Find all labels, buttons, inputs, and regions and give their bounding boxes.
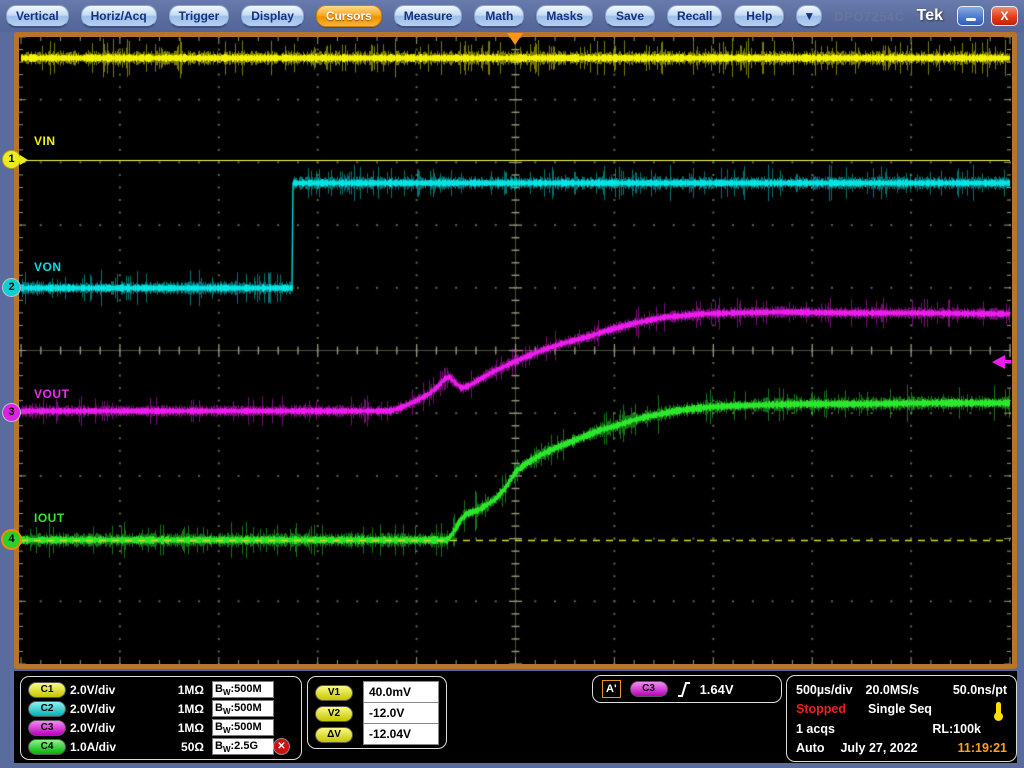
trigger-readout-panel: A' C3 1.64V [592,675,782,703]
channel-1-bandwidth: BW:500M [212,681,274,698]
cursor-v2-pill: V2 [315,706,353,722]
acq-count-row: 1 acqs RL:100k [796,719,1007,739]
menu-display[interactable]: Display [241,5,304,27]
menu-masks[interactable]: Masks [536,5,593,27]
channel-4-pill: C4 [28,739,66,755]
channel-row-c1: C1 2.0V/div 1MΩ BW:500M [28,680,294,699]
trigger-mode: Auto [796,741,824,755]
channel-3-pill: C3 [28,720,66,736]
menu-recall[interactable]: Recall [667,5,722,27]
channel-1-marker[interactable]: 1 [3,151,20,168]
cursor-row-dv: ΔV -12.04V [315,724,439,745]
cursor-dv-pill: ΔV [315,727,353,743]
timebase-value: 500µs/div [796,683,853,697]
trigger-source-pill: C3 [630,681,668,697]
channel-4-marker[interactable]: 4 [3,531,20,548]
trace-label-vin: VIN [34,134,56,148]
minimize-icon [966,18,976,21]
menu-horiz-acq[interactable]: Horiz/Acq [81,5,157,27]
channel-4-impedance: 50Ω [168,740,212,754]
acquisition-status: Stopped [796,702,846,716]
oscilloscope-screen: { "titlebar": { "model": "DPO7254C", "br… [0,0,1024,768]
sample-rate: 20.0MS/s [866,683,920,697]
trigger-level-arrow-tail [1003,360,1011,363]
channel-row-c3: C3 2.0V/div 1MΩ BW:500M [28,718,294,737]
channel-2-impedance: 1MΩ [168,702,212,716]
channel-2-bandwidth: BW:500M [212,700,274,717]
acquisition-panel: 500µs/div 20.0MS/s 50.0ns/pt Stopped Sin… [786,675,1017,762]
cursor-v1-pill: V1 [315,685,353,701]
channel-row-c4: C4 1.0A/div 50Ω BW:2.5G ✕ [28,737,294,756]
model-label: DPO7254C [834,9,904,24]
rising-edge-icon [677,681,691,698]
menu-vertical[interactable]: Vertical [6,5,69,27]
channel-3-bandwidth: BW:500M [212,719,274,736]
thermometer-icon [996,702,1001,715]
waveform-display[interactable] [19,37,1012,664]
sample-resolution: 50.0ns/pt [953,683,1007,697]
menu-measure[interactable]: Measure [394,5,463,27]
channel-1-marker-arrow [20,155,28,165]
trigger-a-label: A' [602,680,621,698]
menu-save[interactable]: Save [605,5,655,27]
channel-1-pill: C1 [28,682,66,698]
trace-label-iout: IOUT [34,511,65,525]
channel-4-scale: 1.0A/div [70,740,152,754]
channel-3-scale: 2.0V/div [70,721,152,735]
datetime-row: Auto July 27, 2022 11:19:21 [796,739,1007,759]
cursor-readout-panel: V1 40.0mV V2 -12.0V ΔV -12.04V [307,676,447,749]
trigger-level-value: 1.64V [700,682,734,697]
acquisition-mode: Single Seq [868,702,932,716]
tek-logo: Tek [917,7,943,25]
channel-1-impedance: 1MΩ [168,683,212,697]
channel-2-pill: C2 [28,701,66,717]
channel-settings-panel: C1 2.0V/div 1MΩ BW:500M C2 2.0V/div 1MΩ … [20,676,302,760]
channel-4-bandwidth: BW:2.5G [212,738,274,755]
cursor-v1-value: 40.0mV [363,681,439,703]
channel-3-impedance: 1MΩ [168,721,212,735]
acq-count: 1 acqs [796,722,835,736]
menu-help[interactable]: Help [734,5,784,27]
channel-4-disable-icon[interactable]: ✕ [274,739,289,754]
cursor-row-v2: V2 -12.0V [315,703,439,724]
trace-label-vout: VOUT [34,387,69,401]
menu-more-button[interactable]: ▼ [796,5,822,27]
trace-label-von: VON [34,260,62,274]
close-button[interactable]: X [991,6,1018,26]
menu-trigger[interactable]: Trigger [169,5,230,27]
timebase-row: 500µs/div 20.0MS/s 50.0ns/pt [796,680,1007,700]
channel-3-marker[interactable]: 3 [3,404,20,421]
channel-1-scale: 2.0V/div [70,683,152,697]
menu-bar: Vertical Horiz/Acq Trigger Display Curso… [0,0,1024,32]
cursor-dv-value: -12.04V [363,723,439,745]
date-label: July 27, 2022 [840,741,917,755]
status-row: Stopped Single Seq [796,700,1007,720]
trigger-position-marker[interactable] [507,33,523,45]
cursor-v2-value: -12.0V [363,702,439,724]
cursor-row-v1: V1 40.0mV [315,682,439,703]
readout-bar: C1 2.0V/div 1MΩ BW:500M C2 2.0V/div 1MΩ … [14,669,1017,763]
menu-math[interactable]: Math [474,5,524,27]
channel-row-c2: C2 2.0V/div 1MΩ BW:500M [28,699,294,718]
channel-2-scale: 2.0V/div [70,702,152,716]
menu-cursors[interactable]: Cursors [316,5,382,27]
time-label: 11:19:21 [958,741,1007,755]
record-length: RL:100k [932,722,981,736]
minimize-button[interactable] [957,6,984,26]
channel-2-marker[interactable]: 2 [3,279,20,296]
